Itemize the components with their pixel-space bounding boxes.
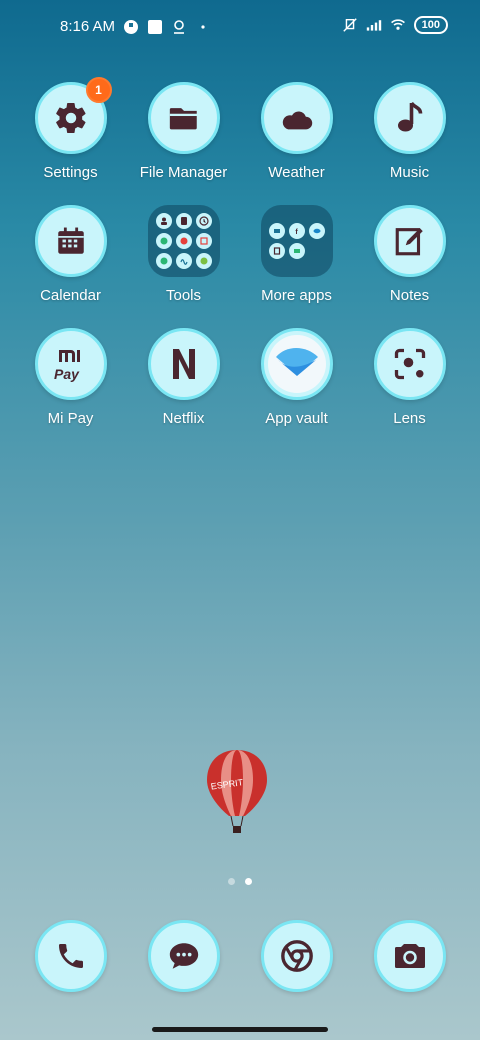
weather-icon-tile[interactable]	[260, 82, 333, 154]
mi-pay-logo-icon: Pay	[54, 350, 80, 382]
app-grid: 1 Settings File Manager Weather Music Ca…	[0, 77, 480, 427]
music-icon-tile[interactable]	[373, 82, 446, 154]
cleaner-mini-icon	[268, 243, 285, 259]
dock-messages[interactable]	[127, 920, 240, 992]
settings-icon-tile[interactable]: 1	[34, 77, 112, 154]
mi-pay-icon-tile[interactable]: Pay	[34, 328, 107, 400]
app-settings[interactable]: 1 Settings	[14, 77, 127, 181]
calculator-mini-icon	[175, 213, 192, 229]
netflix-icon-tile[interactable]	[147, 328, 220, 400]
app-label: Netflix	[162, 410, 205, 427]
messages-icon-tile[interactable]	[147, 920, 220, 992]
signal-icon	[366, 17, 382, 33]
wallpaper-hot-air-balloon: ESPRIT	[205, 748, 269, 838]
app-label: App vault	[265, 410, 328, 427]
notes-icon-tile[interactable]	[373, 205, 446, 277]
lens-icon	[394, 348, 425, 380]
folder-tools[interactable]: Tools	[127, 205, 240, 304]
camera-icon-tile[interactable]	[373, 920, 446, 992]
calendar-icon-tile[interactable]	[34, 205, 107, 277]
app-label: Settings	[43, 164, 98, 181]
app-file-manager[interactable]: File Manager	[127, 82, 240, 181]
app-netflix[interactable]: Netflix	[127, 328, 240, 427]
app-label: Tools	[165, 287, 202, 304]
chat-bubble-icon	[169, 943, 198, 969]
app-lens[interactable]: Lens	[353, 328, 466, 427]
lens-icon-tile[interactable]	[373, 328, 446, 400]
edit-note-icon	[395, 228, 423, 256]
mute-vibrate-icon	[342, 17, 358, 33]
folder-icon	[169, 108, 198, 130]
netflix-logo-icon	[172, 349, 195, 379]
dock-camera[interactable]	[353, 920, 466, 992]
wifi-icon	[390, 17, 406, 33]
notification-badge: 1	[85, 77, 112, 103]
app-label: Weather	[268, 164, 325, 181]
svg-text:Pay: Pay	[54, 366, 80, 382]
battery-indicator: 100	[413, 16, 448, 34]
compass-mini-icon	[155, 253, 172, 269]
app-calendar[interactable]: Calendar	[14, 205, 127, 304]
chrome-icon	[280, 940, 313, 972]
status-bar: 8:16 AM 100	[0, 0, 480, 56]
app-label: Music	[389, 164, 430, 181]
cloud-moon-icon	[282, 105, 312, 130]
music-note-icon	[397, 101, 422, 132]
status-time: 8:16 AM	[60, 18, 116, 35]
app-mi-pay[interactable]: Pay Mi Pay	[14, 328, 127, 427]
app-music[interactable]: Music	[353, 82, 466, 181]
file-manager-icon-tile[interactable]	[147, 82, 220, 154]
status-left: 8:16 AM	[60, 18, 211, 35]
app-vault[interactable]: App vault	[240, 328, 353, 427]
folder-more-apps[interactable]: f More apps	[240, 205, 353, 304]
more-notifications-dot-icon	[195, 19, 211, 35]
recorder-mini-icon	[155, 233, 172, 249]
app-label: Calendar	[40, 287, 101, 304]
app-weather[interactable]: Weather	[240, 82, 353, 181]
app-label: Notes	[389, 287, 430, 304]
notification-app-icon	[123, 19, 139, 35]
status-right: 100	[342, 16, 448, 34]
more-apps-folder-tile[interactable]: f	[260, 205, 333, 277]
app-notes[interactable]: Notes	[353, 205, 466, 304]
page-dot[interactable]	[228, 878, 235, 885]
facebook-mini-icon: f	[288, 223, 305, 239]
notification-square-icon	[147, 19, 163, 35]
dock-chrome[interactable]	[240, 920, 353, 992]
app-label: File Manager	[139, 164, 228, 181]
browser-mini-icon	[268, 223, 285, 239]
screen-recorder-mini-icon	[175, 233, 192, 249]
app-vault-icon	[267, 335, 326, 393]
contacts-mini-icon	[155, 213, 172, 229]
phone-icon	[58, 944, 83, 968]
phone-icon-tile[interactable]	[34, 920, 107, 992]
scanner-mini-icon	[195, 233, 212, 249]
mi-store-mini-icon	[288, 243, 305, 259]
downloads-mini-icon	[195, 253, 212, 269]
themes-mini-icon	[308, 223, 325, 239]
dock-phone[interactable]	[14, 920, 127, 992]
mi-remote-mini-icon	[175, 253, 192, 269]
app-label: Lens	[393, 410, 426, 427]
home-gesture-bar[interactable]	[152, 1027, 328, 1032]
location-pin-icon	[171, 19, 187, 35]
tools-folder-tile[interactable]	[147, 205, 220, 277]
camera-icon	[394, 944, 425, 968]
app-label: More apps	[261, 287, 332, 304]
page-indicator	[0, 878, 480, 885]
gear-icon	[55, 102, 86, 133]
app-label: Mi Pay	[47, 410, 94, 427]
calendar-icon	[57, 227, 84, 254]
svg-text:f: f	[295, 229, 298, 236]
clock-mini-icon	[195, 213, 212, 229]
page-dot-active[interactable]	[245, 878, 252, 885]
dock	[0, 920, 480, 992]
chrome-icon-tile[interactable]	[260, 920, 333, 992]
app-vault-icon-tile[interactable]	[260, 328, 333, 400]
